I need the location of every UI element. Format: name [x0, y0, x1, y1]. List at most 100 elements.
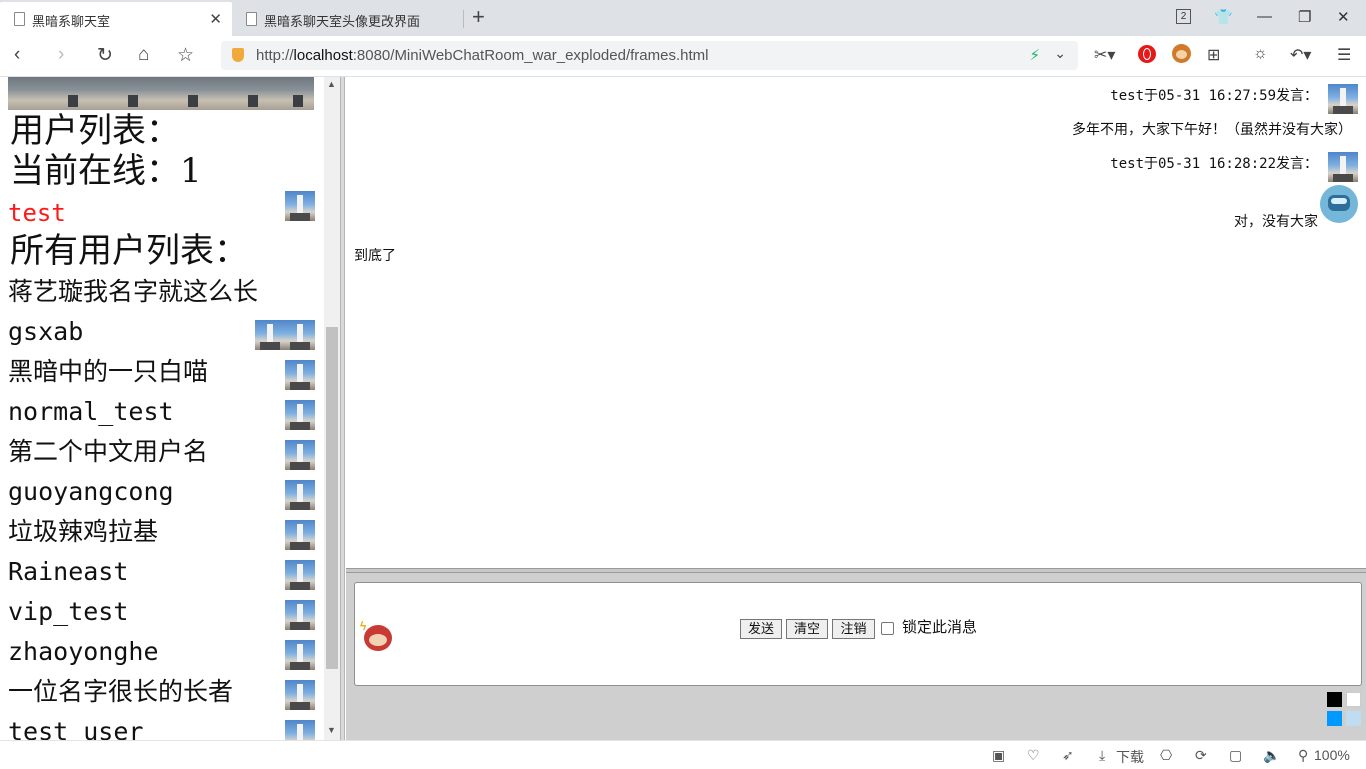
robot-emoji-icon [1320, 185, 1358, 223]
reload-button[interactable]: ↻ [97, 44, 113, 67]
end-of-messages-notice: 到底了 [354, 247, 396, 263]
url-prefix: http:// [256, 47, 294, 64]
user-list-item[interactable]: vip_test [8, 597, 128, 627]
tab-divider [463, 10, 464, 28]
user-list-item[interactable]: zhaoyonghe [8, 637, 159, 667]
lock-message-label: 锁定此消息 [902, 619, 978, 636]
user-list-item[interactable]: guoyangcong [8, 477, 174, 507]
apps-grid-icon[interactable]: ⊞ [1207, 45, 1220, 65]
tab-count-button[interactable]: 2 [1176, 9, 1191, 24]
clear-button[interactable]: 清空 [786, 619, 828, 639]
new-tab-button[interactable]: + [472, 6, 485, 28]
message-text: 多年不用，大家下午好！（虽然并没有大家） [1072, 122, 1352, 138]
chevron-down-icon[interactable]: ⌄ [1054, 45, 1066, 62]
user-list-item[interactable]: gsxab [8, 317, 83, 347]
url-rest: :8080/MiniWebChatRoom_war_exploded/frame… [352, 47, 709, 64]
image-icon[interactable]: ▣ [992, 747, 1005, 764]
user-list-frame: 用户列表： 当前在线：1 test 所有用户列表： 蒋艺璇我名字就这么长 gsxa… [0, 77, 322, 740]
zoom-level[interactable]: 100% [1314, 747, 1350, 763]
avatar [285, 360, 315, 390]
emoji-picker-button[interactable]: ϟ [360, 619, 394, 653]
undo-icon[interactable]: ↶▾ [1290, 45, 1311, 65]
message-text: 对，没有大家 [1234, 214, 1318, 230]
browser-tab-strip: 黑暗系聊天室 ✕ 黑暗系聊天室头像更改界面 + 2 👕 — ❐ ✕ [0, 0, 1366, 36]
avatar [285, 440, 315, 470]
zoom-icon[interactable]: ⚲ [1298, 747, 1308, 764]
window-close-button[interactable]: ✕ [1337, 8, 1350, 26]
message-header: test于05-31 16:27:59发言： [1110, 88, 1318, 104]
document-icon [246, 12, 257, 26]
opera-icon[interactable] [1138, 45, 1156, 63]
document-icon [14, 12, 25, 26]
avatar [285, 720, 315, 740]
bookmark-star-icon[interactable]: ☆ [177, 44, 194, 67]
tab-title: 黑暗系聊天室头像更改界面 [264, 14, 421, 29]
user-list-title: 用户列表： [10, 111, 180, 151]
all-users-title: 所有用户列表： [10, 231, 248, 271]
download-label[interactable]: 下载 [1116, 747, 1144, 767]
avatar [285, 600, 315, 630]
tab-chatroom[interactable]: 黑暗系聊天室 ✕ [0, 2, 232, 36]
restore-button[interactable]: ❐ [1298, 8, 1311, 26]
user-list-item[interactable]: 蒋艺璇我名字就这么长 [8, 277, 258, 307]
tab-avatar-change[interactable]: 黑暗系聊天室头像更改界面 [232, 2, 464, 36]
emoji-face-icon [364, 625, 392, 651]
forward-button[interactable]: › [58, 44, 64, 66]
download-icon[interactable]: ⤓ [1099, 747, 1105, 764]
browser-toolbar: ‹ › ↻ ⌂ ☆ http://localhost:8080/MiniWebC… [0, 36, 1366, 77]
avatar [285, 640, 315, 670]
back-button[interactable]: ‹ [14, 44, 20, 66]
tab-title: 黑暗系聊天室 [32, 14, 111, 29]
brightness-icon[interactable]: ☼ [1253, 45, 1268, 63]
send-button[interactable]: 发送 [740, 619, 782, 639]
user-list-item[interactable]: 黑暗中的一只白喵 [8, 357, 208, 387]
home-button[interactable]: ⌂ [138, 44, 149, 66]
color-swatch-white[interactable] [1346, 692, 1361, 707]
health-icon[interactable]: ♡ [1027, 747, 1040, 764]
window-icon[interactable]: ▢ [1229, 747, 1242, 764]
color-swatch-blue[interactable] [1327, 711, 1342, 726]
lightning-icon[interactable]: ⚡ [1029, 46, 1040, 64]
speaker-icon[interactable]: 🔈 [1263, 747, 1280, 764]
color-swatch-lightblue[interactable] [1346, 711, 1361, 726]
logout-button[interactable]: 注销 [832, 619, 875, 639]
skin-icon[interactable]: 👕 [1214, 8, 1233, 26]
avatar [285, 191, 315, 221]
scroll-down-arrow-icon[interactable]: ▼ [327, 725, 336, 735]
avatar [285, 560, 315, 590]
scrollbar-thumb[interactable] [326, 327, 338, 669]
online-user-name[interactable]: test [8, 199, 66, 227]
scissors-icon[interactable]: ✂▾ [1094, 45, 1115, 65]
close-tab-icon[interactable]: ✕ [209, 10, 222, 28]
security-warning-icon[interactable] [232, 48, 244, 62]
sync-icon[interactable]: ⟳ [1195, 747, 1207, 764]
online-count: 当前在线：1 [10, 151, 202, 191]
message-header: test于05-31 16:28:22发言： [1110, 156, 1318, 172]
avatar [1328, 152, 1358, 182]
rocket-icon[interactable]: ➶ [1062, 747, 1074, 764]
user-list-item[interactable]: 垃圾辣鸡拉基 [8, 517, 158, 547]
menu-icon[interactable]: ☰ [1337, 45, 1351, 65]
scroll-up-arrow-icon[interactable]: ▲ [327, 79, 336, 89]
tab-count-badge: 2 [1180, 11, 1187, 22]
message-input-frame [346, 573, 1366, 740]
avatar [1328, 84, 1358, 114]
page-content: 用户列表： 当前在线：1 test 所有用户列表： 蒋艺璇我名字就这么长 gsxa… [0, 77, 1366, 740]
user-list-item[interactable]: 一位名字很长的长者 [8, 677, 233, 707]
url-text[interactable]: http://localhost:8080/MiniWebChatRoom_wa… [256, 47, 708, 64]
banner-image [8, 77, 314, 110]
user-list-item[interactable]: Raineast [8, 557, 128, 587]
avatar [285, 400, 315, 430]
frame-splitter-vertical[interactable] [340, 77, 345, 740]
user-list-item[interactable]: 第二个中文用户名 [8, 437, 208, 467]
lock-message-checkbox[interactable] [881, 622, 894, 635]
user-list-item[interactable]: normal_test [8, 397, 174, 427]
monkey-extension-icon[interactable] [1172, 44, 1191, 63]
address-bar[interactable]: http://localhost:8080/MiniWebChatRoom_wa… [221, 41, 1078, 70]
user-list-item[interactable]: test_user [8, 717, 143, 740]
color-swatch-black[interactable] [1327, 692, 1342, 707]
extensions-icon[interactable]: ⎔ [1160, 747, 1172, 764]
minimize-button[interactable]: — [1257, 8, 1272, 25]
chat-messages-frame: test于05-31 16:27:59发言： 多年不用，大家下午好！（虽然并没有… [346, 77, 1366, 568]
browser-status-bar: ▣ ♡ ➶ ⤓ 下载 ⎔ ⟳ ▢ 🔈 ⚲ 100% [0, 740, 1366, 769]
